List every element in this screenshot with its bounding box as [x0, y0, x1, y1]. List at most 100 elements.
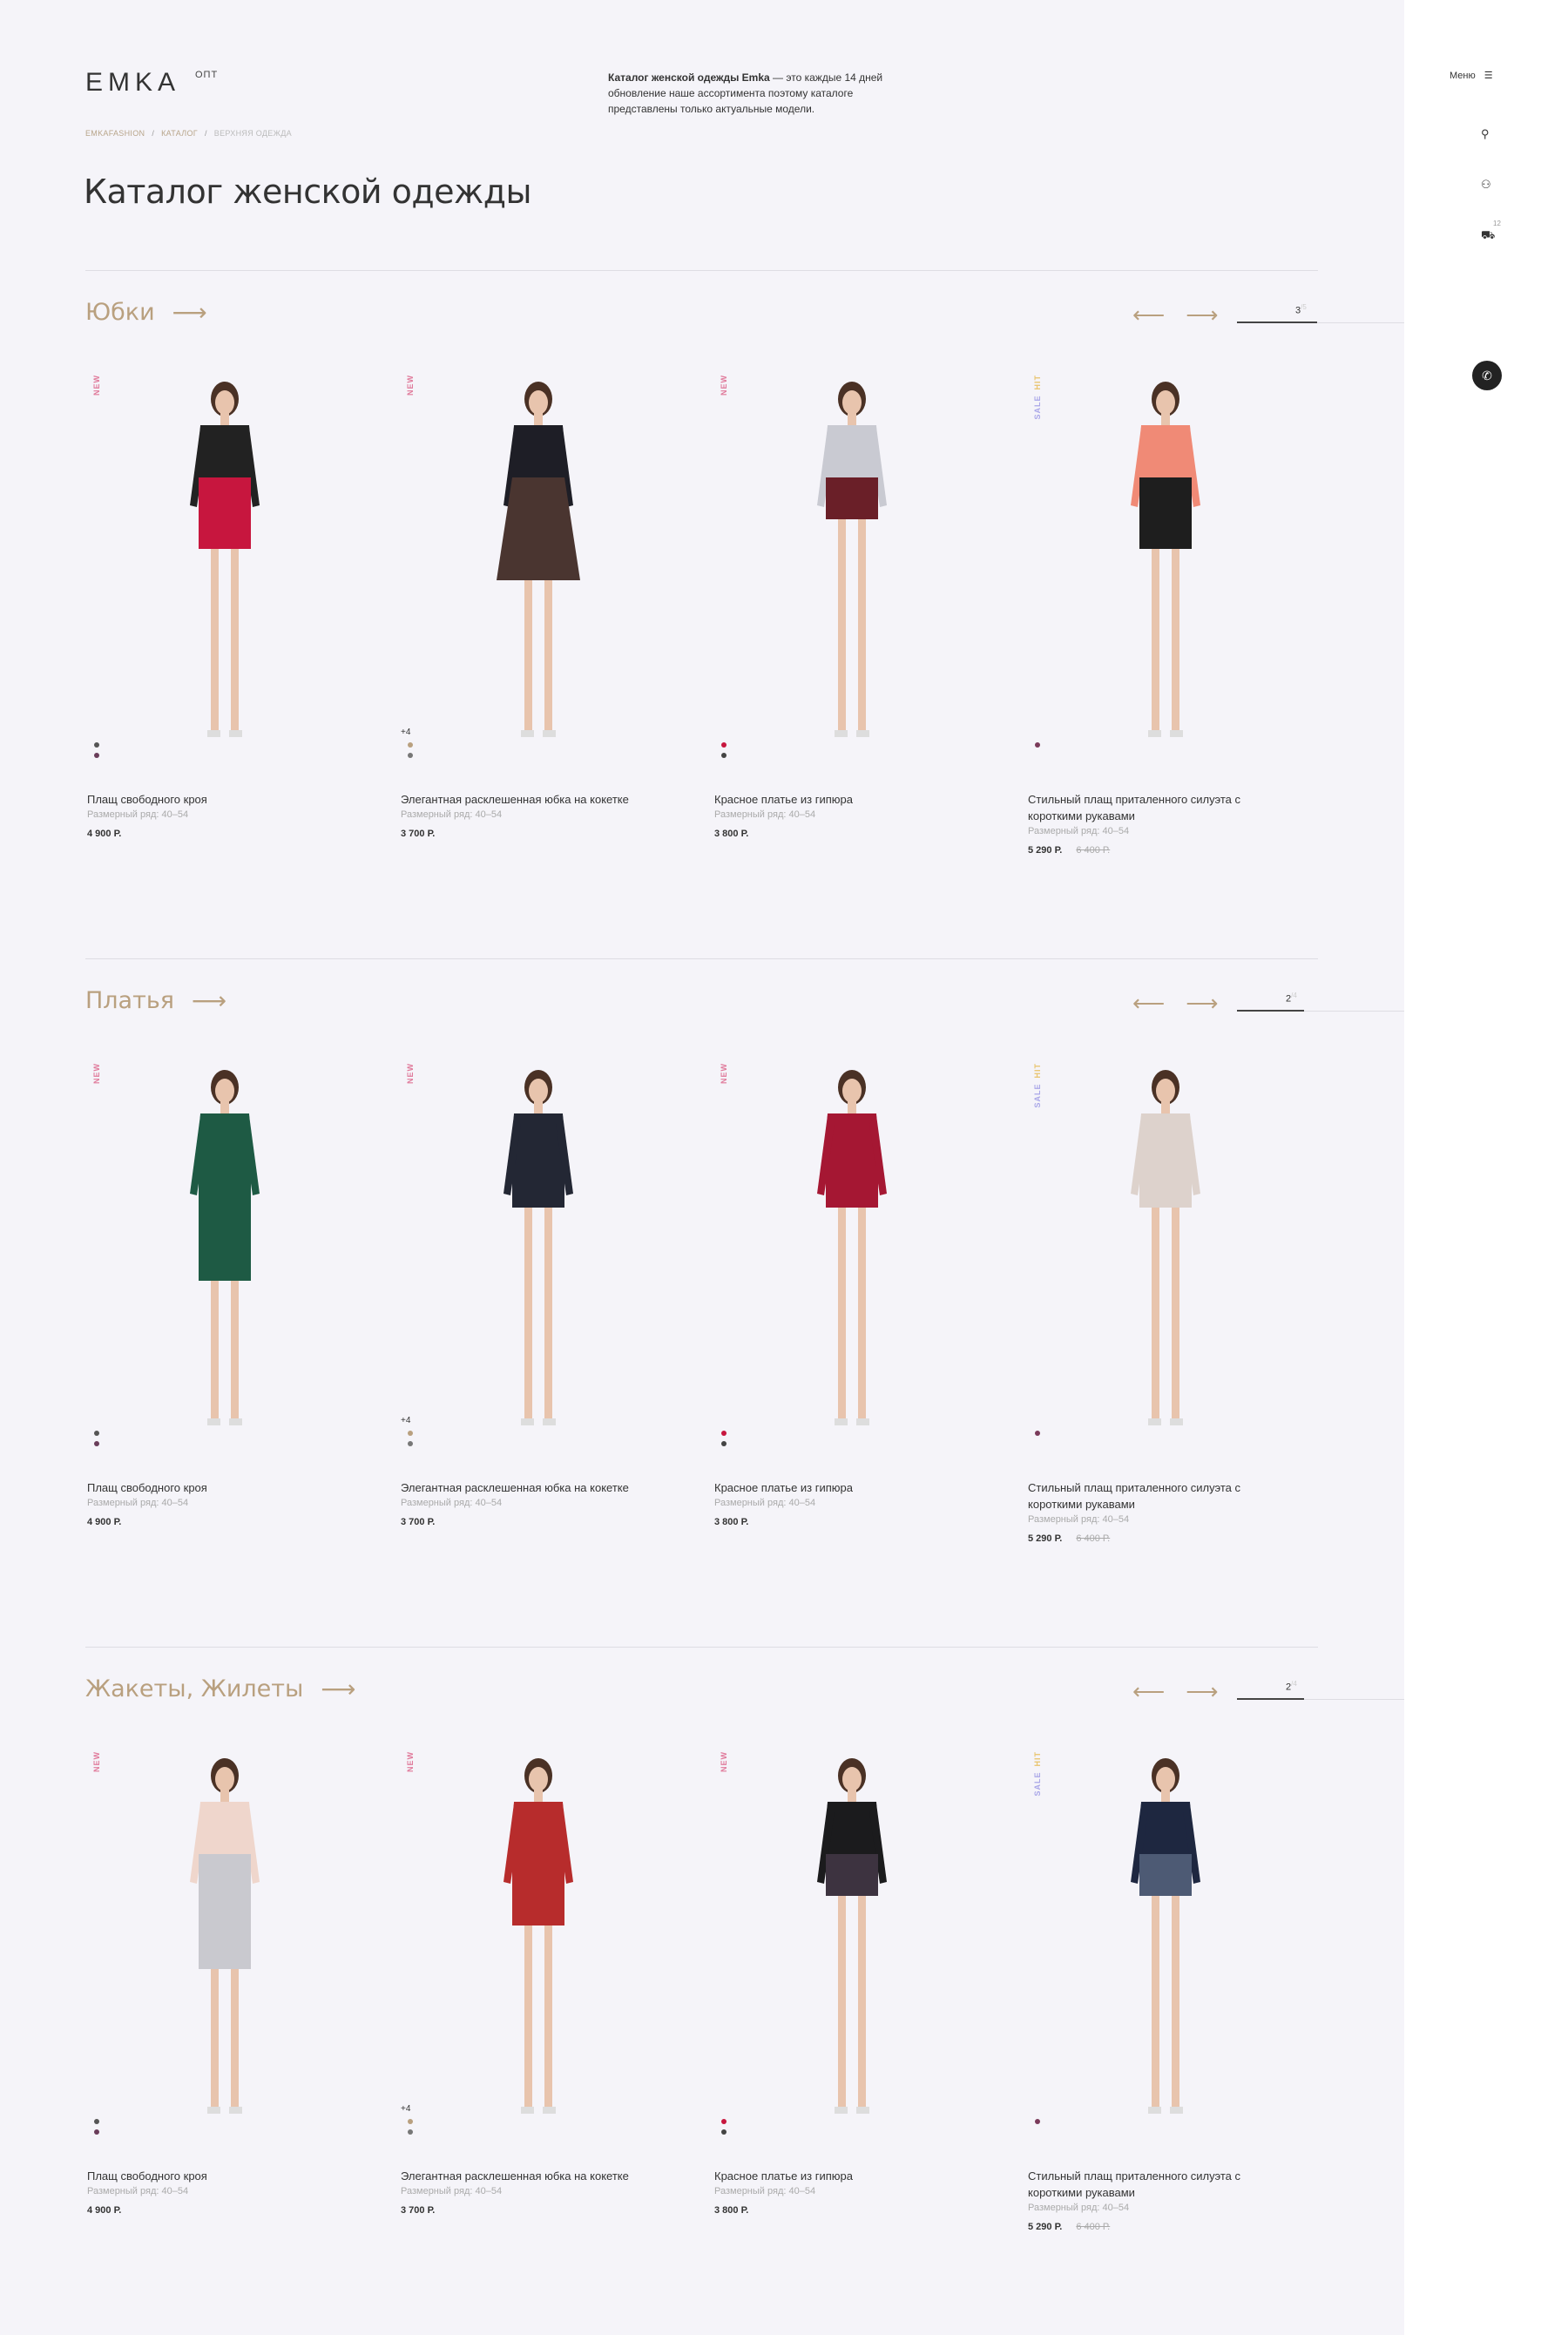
color-swatch[interactable]	[94, 2129, 99, 2135]
product-card[interactable]: NEW +4 Элегантная расклешенная юбка на кок…	[399, 1063, 678, 1551]
product-image[interactable]	[138, 375, 312, 758]
product-name[interactable]: Плащ свободного кроя	[87, 1479, 331, 1496]
product-name[interactable]: Стильный плащ приталенного силуэта с кор…	[1028, 791, 1272, 824]
product-card[interactable]: NEW +4 Элегантная расклешенная юбка на кок…	[399, 375, 678, 863]
color-swatch[interactable]	[721, 742, 727, 748]
product-photo[interactable]	[1078, 1751, 1253, 2135]
color-swatch[interactable]	[1035, 742, 1040, 748]
product-card[interactable]: NEW Красное платье из гипюра Размерный ряд…	[713, 1063, 991, 1551]
next-arrow-icon[interactable]: ⟶	[1186, 301, 1218, 328]
section-heading[interactable]: Жакеты, Жилеты ⟶	[85, 1675, 355, 1703]
badge-hit: HIT	[1033, 1063, 1042, 1079]
color-swatch[interactable]	[721, 1431, 727, 1436]
color-swatch[interactable]	[1035, 1431, 1040, 1436]
more-colors-count[interactable]: +4	[401, 2104, 410, 2114]
color-swatch[interactable]	[94, 1431, 99, 1436]
product-card[interactable]: NEW Красное платье из гипюра Размерный ряд…	[713, 1751, 991, 2239]
color-swatch[interactable]	[408, 2119, 413, 2124]
color-swatch[interactable]	[1035, 2119, 1040, 2124]
section-title[interactable]: Жакеты, Жилеты	[85, 1675, 303, 1702]
product-image[interactable]	[1078, 1063, 1253, 1446]
product-price: 3 800 Р.	[714, 2205, 748, 2216]
next-arrow-icon[interactable]: ⟶	[1186, 990, 1218, 1017]
color-swatch[interactable]	[721, 2129, 727, 2135]
breadcrumb-home[interactable]: EMKAFASHION	[85, 129, 145, 138]
product-photo[interactable]	[451, 1063, 625, 1446]
color-swatch[interactable]	[721, 753, 727, 758]
user-icon[interactable]: ⚇	[1481, 178, 1491, 192]
product-image[interactable]	[1078, 375, 1253, 758]
more-colors-count[interactable]: +4	[401, 1416, 410, 1425]
product-image[interactable]	[451, 1063, 625, 1446]
product-photo[interactable]	[765, 1063, 939, 1446]
color-swatch[interactable]	[408, 1431, 413, 1436]
color-swatch[interactable]	[94, 742, 99, 748]
product-image[interactable]	[1078, 1751, 1253, 2135]
product-card[interactable]: NEW Плащ свободного кроя Размерный ряд: 40…	[85, 1751, 364, 2239]
product-photo[interactable]	[1078, 375, 1253, 758]
product-image[interactable]	[765, 375, 939, 758]
arrow-right-icon[interactable]: ⟶	[321, 1675, 355, 1703]
color-swatch[interactable]	[408, 753, 413, 758]
product-badges: NEW	[406, 1751, 415, 1772]
product-name[interactable]: Стильный плащ приталенного силуэта с кор…	[1028, 1479, 1272, 1513]
product-image[interactable]	[765, 1751, 939, 2135]
arrow-right-icon[interactable]: ⟶	[172, 298, 207, 327]
prev-arrow-icon[interactable]: ⟵	[1132, 990, 1165, 1017]
product-card[interactable]: NEW Плащ свободного кроя Размерный ряд: 40…	[85, 375, 364, 863]
product-photo[interactable]	[138, 1063, 312, 1446]
product-photo[interactable]	[451, 375, 625, 758]
product-name[interactable]: Красное платье из гипюра	[714, 1479, 958, 1496]
arrow-right-icon[interactable]: ⟶	[192, 986, 226, 1015]
color-swatch[interactable]	[721, 1441, 727, 1446]
product-name[interactable]: Элегантная расклешенная юбка на кокетке	[401, 791, 645, 808]
product-name[interactable]: Плащ свободного кроя	[87, 2168, 331, 2184]
search-icon[interactable]: ⚲	[1481, 127, 1490, 141]
logo[interactable]: EMKA	[85, 68, 180, 98]
product-photo[interactable]	[138, 375, 312, 758]
product-photo[interactable]	[138, 1751, 312, 2135]
color-swatch[interactable]	[94, 2119, 99, 2124]
cart-icon[interactable]: ⛟	[1481, 228, 1495, 244]
product-card[interactable]: SALE HIT Стильный плащ приталенного силуэт…	[1026, 1751, 1305, 2239]
product-image[interactable]	[451, 375, 625, 758]
product-name[interactable]: Стильный плащ приталенного силуэта с кор…	[1028, 2168, 1272, 2201]
product-image[interactable]	[765, 1063, 939, 1446]
product-card[interactable]: NEW +4 Элегантная расклешенная юбка на кок…	[399, 1751, 678, 2239]
next-arrow-icon[interactable]: ⟶	[1186, 1678, 1218, 1705]
phone-icon[interactable]: ✆	[1472, 361, 1502, 390]
product-price: 5 290 Р. 6 400 Р.	[1028, 1533, 1110, 1544]
section-title[interactable]: Юбки	[85, 299, 155, 326]
product-photo[interactable]	[765, 1751, 939, 2135]
product-photo[interactable]	[451, 1751, 625, 2135]
more-colors-count[interactable]: +4	[401, 728, 410, 737]
product-name[interactable]: Плащ свободного кроя	[87, 791, 331, 808]
color-swatch[interactable]	[408, 1441, 413, 1446]
product-card[interactable]: NEW Плащ свободного кроя Размерный ряд: 40…	[85, 1063, 364, 1551]
section-title[interactable]: Платья	[85, 987, 174, 1014]
color-swatch[interactable]	[721, 2119, 727, 2124]
color-swatch[interactable]	[94, 1441, 99, 1446]
color-swatch[interactable]	[408, 742, 413, 748]
product-name[interactable]: Красное платье из гипюра	[714, 791, 958, 808]
product-image[interactable]	[138, 1751, 312, 2135]
product-photo[interactable]	[765, 375, 939, 758]
breadcrumb-catalog[interactable]: КАТАЛОГ	[161, 129, 198, 138]
product-name[interactable]: Элегантная расклешенная юбка на кокетке	[401, 2168, 645, 2184]
color-swatch[interactable]	[94, 753, 99, 758]
color-swatch[interactable]	[408, 2129, 413, 2135]
product-card[interactable]: SALE HIT Стильный плащ приталенного силуэт…	[1026, 375, 1305, 863]
product-card[interactable]: NEW Красное платье из гипюра Размерный ряд…	[713, 375, 991, 863]
product-image[interactable]	[451, 1751, 625, 2135]
menu-button[interactable]: Меню ☰	[1450, 70, 1493, 82]
product-name[interactable]: Красное платье из гипюра	[714, 2168, 958, 2184]
product-photo[interactable]	[1078, 1063, 1253, 1446]
section-heading[interactable]: Юбки ⟶	[85, 298, 207, 327]
section-heading[interactable]: Платья ⟶	[85, 986, 226, 1015]
product-card[interactable]: SALE HIT Стильный плащ приталенного силуэт…	[1026, 1063, 1305, 1551]
badge-new: NEW	[720, 1751, 728, 1772]
product-image[interactable]	[138, 1063, 312, 1446]
prev-arrow-icon[interactable]: ⟵	[1132, 1678, 1165, 1705]
prev-arrow-icon[interactable]: ⟵	[1132, 301, 1165, 328]
product-name[interactable]: Элегантная расклешенная юбка на кокетке	[401, 1479, 645, 1496]
